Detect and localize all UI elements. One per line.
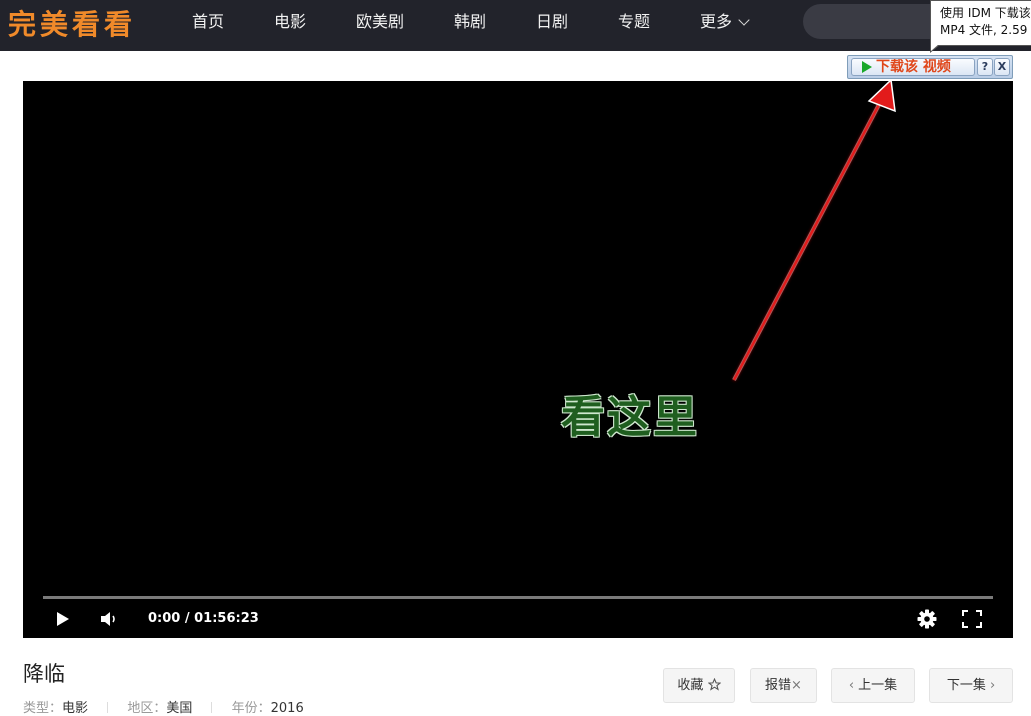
video-title: 降临	[23, 662, 65, 686]
chevron-down-icon	[738, 14, 750, 26]
red-arrow-annotation	[732, 81, 896, 381]
fullscreen-icon[interactable]	[962, 610, 982, 628]
gear-icon[interactable]	[917, 609, 937, 629]
close-icon: ×	[791, 678, 802, 693]
idm-tooltip-line1: 使用 IDM 下载该	[940, 6, 1031, 20]
nav-item-korean-series[interactable]: 韩剧	[454, 0, 486, 51]
idm-download-label: 下载该 视频	[876, 59, 951, 75]
idm-tooltip-tail-inner	[931, 44, 939, 51]
nav-item-more[interactable]: 更多	[700, 0, 750, 51]
idm-tooltip: 使用 IDM 下载该 MP4 文件, 2.59 (	[930, 0, 1031, 46]
video-progress-bar[interactable]	[43, 596, 993, 599]
meta-year-label: 年份：	[231, 701, 271, 716]
nav-more-label: 更多	[700, 12, 733, 31]
volume-icon[interactable]	[100, 610, 120, 628]
meta-type-label: 类型：	[23, 701, 63, 716]
meta-divider	[107, 702, 109, 713]
prev-episode-label: 上一集	[858, 678, 898, 693]
chevron-left-icon: ‹	[848, 678, 859, 693]
nav-item-movies[interactable]: 电影	[274, 0, 306, 51]
idm-download-panel: 下载该 视频 ? X	[847, 55, 1013, 79]
prev-episode-button[interactable]: ‹ 上一集	[831, 668, 915, 703]
play-icon	[862, 61, 872, 73]
video-time-display: 0:00 / 01:56:23	[148, 611, 259, 626]
top-navbar: 完美看看 首页 电影 欧美剧 韩剧 日剧 专题 更多	[0, 0, 1031, 51]
nav-item-western-series[interactable]: 欧美剧	[356, 0, 404, 51]
meta-year-value[interactable]: 2016	[271, 701, 304, 716]
idm-close-button[interactable]: X	[994, 58, 1010, 76]
nav-item-topics[interactable]: 专题	[618, 0, 650, 51]
nav-item-home[interactable]: 首页	[192, 0, 224, 51]
video-player[interactable]: 看这里 0:00 / 01:56:23	[23, 81, 1013, 638]
meta-region-value[interactable]: 美国	[166, 701, 192, 716]
nav-item-japanese-series[interactable]: 日剧	[536, 0, 568, 51]
favorite-label: 收藏	[677, 678, 704, 693]
report-button[interactable]: 报错×	[750, 668, 817, 703]
idm-help-button[interactable]: ?	[977, 58, 993, 76]
play-icon[interactable]	[55, 611, 71, 627]
star-icon	[707, 677, 721, 691]
meta-type-value[interactable]: 电影	[62, 701, 88, 716]
video-meta: 类型：电影 地区：美国 年份：2016	[23, 697, 304, 716]
idm-tooltip-line2: MP4 文件, 2.59 (	[940, 23, 1031, 37]
overlay-annotation-text: 看这里	[561, 392, 699, 443]
meta-divider	[211, 702, 213, 713]
next-episode-button[interactable]: 下一集 ›	[929, 668, 1013, 703]
site-logo[interactable]: 完美看看	[8, 5, 136, 45]
idm-download-button[interactable]: 下载该 视频	[851, 58, 975, 76]
favorite-button[interactable]: 收藏	[663, 668, 735, 703]
chevron-right-icon: ›	[985, 678, 996, 693]
meta-region-label: 地区：	[127, 701, 167, 716]
report-label: 报错	[765, 678, 792, 693]
next-episode-label: 下一集	[946, 678, 986, 693]
